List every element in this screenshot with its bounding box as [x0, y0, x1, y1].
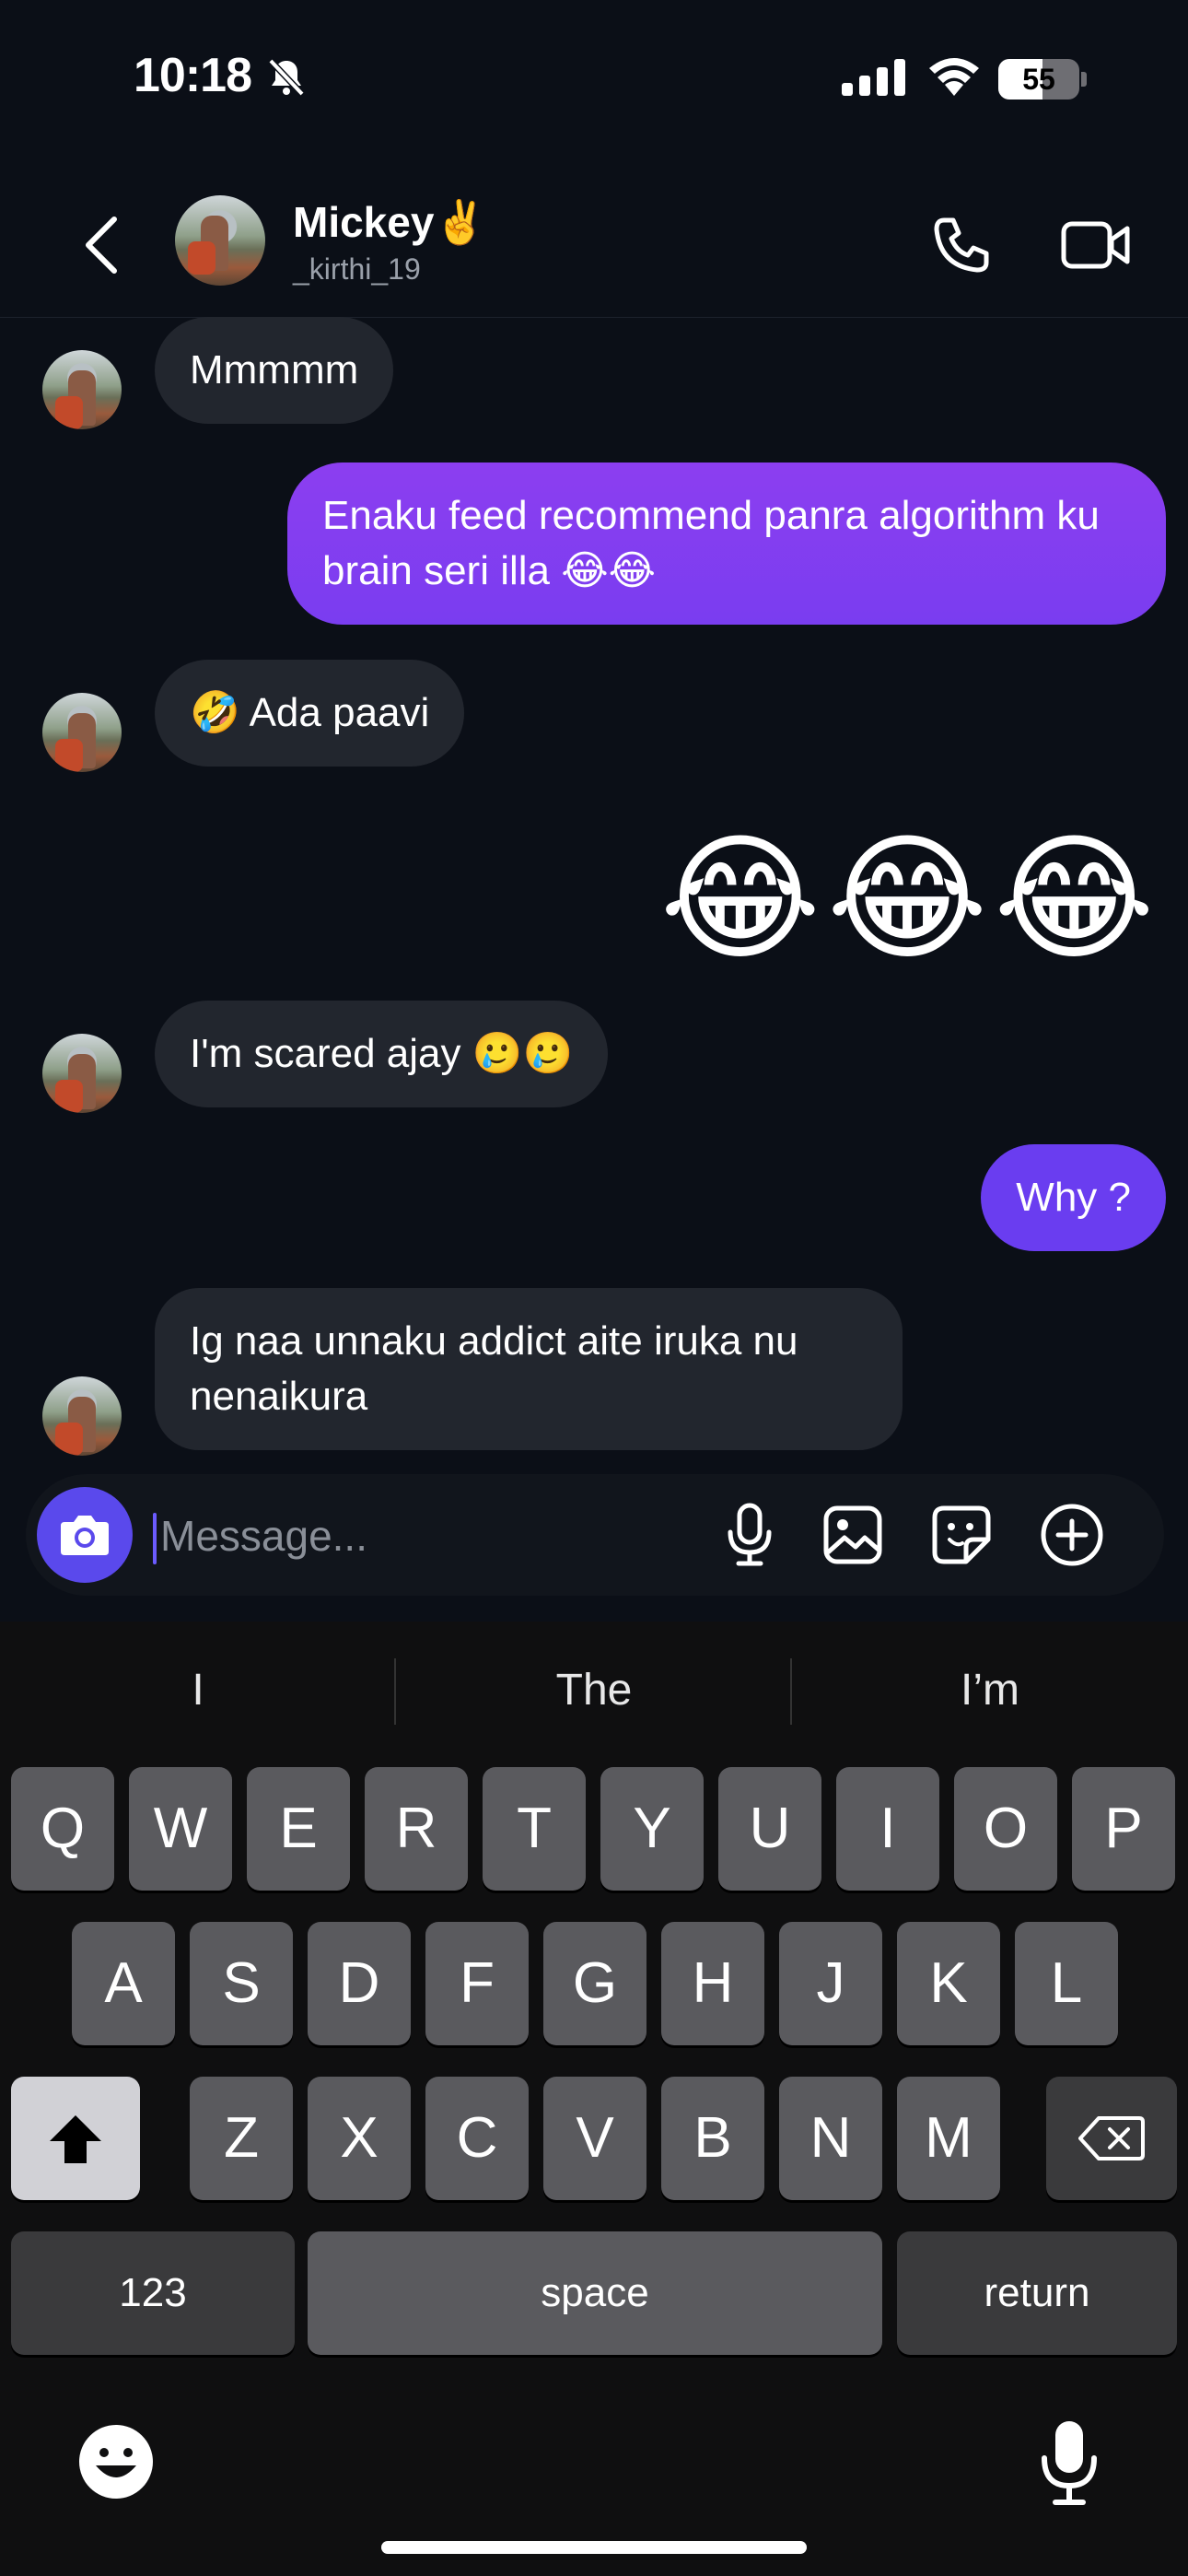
suggestion-bar: I The I’m	[0, 1622, 1188, 1760]
dictation-button[interactable]	[1039, 2419, 1100, 2511]
suggestion-2[interactable]: The	[396, 1622, 792, 1760]
sender-avatar[interactable]	[42, 693, 122, 772]
text-cursor	[153, 1513, 157, 1564]
plus-circle-icon	[1041, 1504, 1103, 1566]
key-a[interactable]: A	[72, 1922, 175, 2045]
shift-arrow-icon	[50, 2115, 101, 2163]
key-r[interactable]: R	[365, 1767, 468, 1891]
cellular-signal-icon	[842, 59, 906, 100]
chat-header: Mickey✌️ _kirthi_19	[0, 181, 1188, 318]
key-x[interactable]: X	[308, 2077, 411, 2200]
home-indicator[interactable]	[381, 2541, 807, 2554]
incoming-message[interactable]: 🤣 Ada paavi	[155, 660, 465, 767]
smiley-icon	[79, 2425, 153, 2499]
suggestion-3[interactable]: I’m	[792, 1622, 1188, 1760]
key-l[interactable]: L	[1015, 1922, 1118, 2045]
key-p[interactable]: P	[1072, 1767, 1175, 1891]
contact-username[interactable]: _kirthi_19	[293, 252, 421, 287]
contact-name[interactable]: Mickey✌️	[293, 197, 487, 248]
battery-percent: 55	[1022, 63, 1055, 96]
back-button[interactable]	[64, 208, 138, 282]
key-q[interactable]: Q	[11, 1767, 114, 1891]
return-key[interactable]: return	[897, 2231, 1177, 2355]
key-z[interactable]: Z	[190, 2077, 293, 2200]
key-j[interactable]: J	[779, 1922, 882, 2045]
incoming-message[interactable]: Mmmmm	[155, 317, 394, 424]
microphone-button[interactable]	[716, 1502, 783, 1568]
key-w[interactable]: W	[129, 1767, 232, 1891]
incoming-message[interactable]: Ig naa unnaku addict aite iruka nu nenai…	[155, 1288, 903, 1450]
microphone-icon	[1042, 2421, 1097, 2505]
key-i[interactable]: I	[836, 1767, 939, 1891]
image-icon	[823, 1505, 882, 1564]
key-h[interactable]: H	[661, 1922, 764, 2045]
more-options-button[interactable]	[1039, 1502, 1105, 1568]
key-e[interactable]: E	[247, 1767, 350, 1891]
sender-avatar[interactable]	[42, 350, 122, 429]
sticker-button[interactable]	[928, 1502, 995, 1568]
space-key[interactable]: space	[308, 2231, 882, 2355]
incoming-message[interactable]: I'm scared ajay 🥲🥲	[155, 1001, 609, 1107]
chevron-left-icon	[86, 217, 117, 274]
sender-avatar[interactable]	[42, 1376, 122, 1456]
key-c[interactable]: C	[425, 2077, 529, 2200]
key-g[interactable]: G	[543, 1922, 646, 2045]
key-v[interactable]: V	[543, 2077, 646, 2200]
voice-call-button[interactable]	[925, 208, 998, 282]
backspace-icon	[1078, 2116, 1145, 2160]
key-y[interactable]: Y	[600, 1767, 704, 1891]
camera-icon	[61, 1516, 109, 1555]
key-o[interactable]: O	[954, 1767, 1057, 1891]
key-k[interactable]: K	[897, 1922, 1000, 2045]
video-camera-icon	[1061, 221, 1130, 269]
outgoing-emoji-message[interactable]: 😂😂😂	[659, 820, 1160, 977]
suggestion-1[interactable]: I	[0, 1622, 396, 1760]
battery-icon: 55	[998, 59, 1087, 100]
sender-avatar[interactable]	[42, 1034, 122, 1113]
outgoing-message[interactable]: Why ?	[981, 1144, 1166, 1251]
contact-avatar[interactable]	[175, 195, 265, 286]
shift-key[interactable]	[11, 2077, 140, 2200]
status-time: 10:18	[134, 49, 252, 102]
key-n[interactable]: N	[779, 2077, 882, 2200]
key-d[interactable]: D	[308, 1922, 411, 2045]
backspace-key[interactable]	[1046, 2077, 1177, 2200]
key-t[interactable]: T	[483, 1767, 586, 1891]
numbers-key[interactable]: 123	[11, 2231, 295, 2355]
wifi-icon	[926, 55, 982, 100]
sticker-icon	[932, 1505, 991, 1564]
emoji-keyboard-button[interactable]	[77, 2423, 155, 2505]
message-composer	[26, 1474, 1164, 1596]
key-m[interactable]: M	[897, 2077, 1000, 2200]
gallery-button[interactable]	[820, 1502, 886, 1568]
key-b[interactable]: B	[661, 2077, 764, 2200]
video-call-button[interactable]	[1059, 208, 1133, 282]
phone-icon	[934, 217, 989, 273]
keyboard: I The I’m Q W E R T Y U I O P A S D F G …	[0, 1622, 1188, 2576]
key-f[interactable]: F	[425, 1922, 529, 2045]
camera-button[interactable]	[37, 1487, 133, 1583]
key-u[interactable]: U	[718, 1767, 821, 1891]
microphone-icon	[728, 1503, 772, 1566]
key-s[interactable]: S	[190, 1922, 293, 2045]
message-input[interactable]	[158, 1502, 715, 1570]
bell-slash-icon	[267, 57, 306, 102]
outgoing-message[interactable]: Enaku feed recommend panra algorithm ku …	[287, 463, 1166, 625]
